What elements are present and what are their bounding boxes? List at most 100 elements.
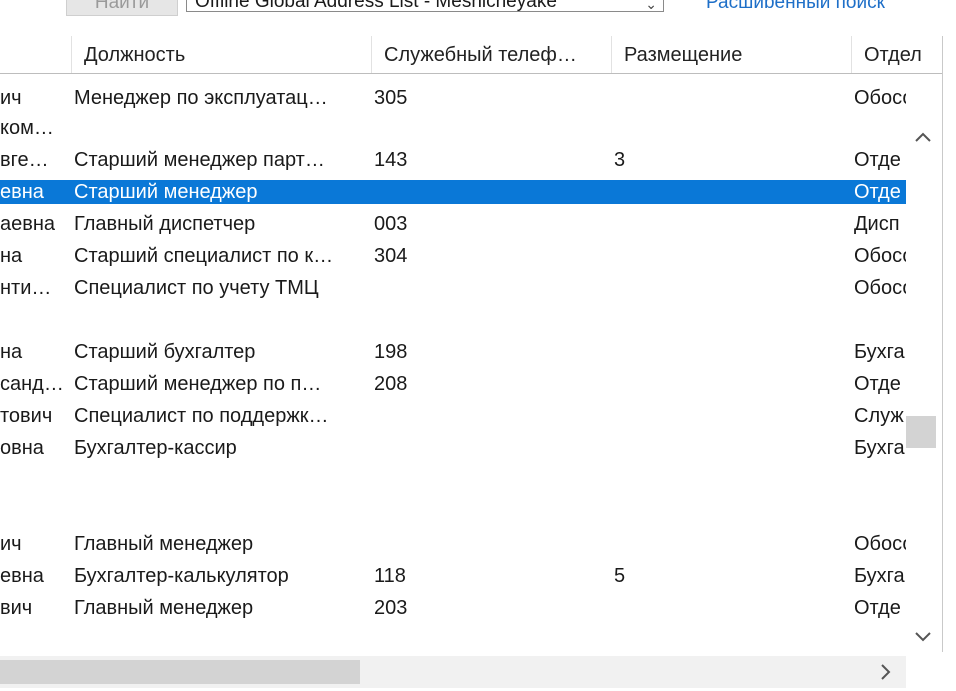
phone-cell: 118 (374, 565, 406, 587)
column-header-department[interactable]: Отдел (852, 36, 942, 73)
table-row[interactable]: аевна Главный диспетчер 003 Дисп (0, 208, 906, 240)
name-cell: тович (0, 405, 53, 427)
location-cell: 5 (614, 565, 626, 587)
name-cell: евна (0, 565, 44, 587)
title-cell: Главный менеджер (74, 597, 254, 619)
chevron-up-icon-svg (915, 132, 931, 142)
table-row[interactable]: овна Бухгалтер-кассир Бухга (0, 432, 906, 464)
location-cell: 3 (614, 149, 626, 171)
department-cell: Обосо (854, 277, 906, 299)
department-cell: Обосо (854, 87, 906, 109)
phone-cell (374, 528, 464, 560)
location-cell (614, 336, 674, 368)
phone-cell (374, 432, 464, 464)
department-cell: Бухга (854, 565, 905, 587)
table-row[interactable]: санд… Старший менеджер по п… 208 Отде (0, 368, 906, 400)
name-cell: вге… (0, 149, 49, 171)
chevron-down-icon[interactable] (910, 626, 936, 652)
location-cell (614, 432, 674, 464)
name-cell: на (0, 341, 23, 363)
rows-container: ич ком… Менеджер по эксплуатац… 305 Обос… (0, 82, 906, 656)
table-row[interactable]: вге… Старший менеджер парт… 143 3 Отде (0, 144, 906, 176)
phone-cell: 304 (374, 245, 408, 267)
title-cell: Бухгалтер-калькулятор (74, 565, 289, 587)
table-row-selected[interactable]: евна Старший менеджер Отде (0, 180, 906, 204)
horizontal-scroll-thumb[interactable] (0, 660, 360, 684)
title-cell: Главный диспетчер (74, 213, 256, 235)
table-row[interactable]: на Старший бухгалтер 198 Бухга (0, 336, 906, 368)
phone-cell: 003 (374, 213, 408, 235)
location-cell (614, 592, 674, 624)
name-cell-line2: ком… (0, 117, 54, 139)
location-cell (614, 272, 674, 304)
name-cell: санд… (0, 373, 64, 395)
table-row[interactable]: нти… Специалист по учету ТМЦ Обосо (0, 272, 906, 304)
phone-cell: 198 (374, 341, 408, 363)
title-cell: Старший специалист по к… (74, 245, 334, 267)
title-cell: Главный менеджер (74, 533, 254, 555)
name-cell: нти… (0, 277, 52, 299)
address-book-value: Offline Global Address List - Mesnicneya… (195, 0, 557, 12)
column-header-location[interactable]: Размещение (612, 36, 852, 73)
chevron-right-icon[interactable] (872, 656, 898, 688)
vertical-scroll-thumb[interactable] (906, 416, 936, 448)
vertical-scrollbar[interactable] (906, 82, 942, 656)
chevron-down-icon: ⌄ (645, 0, 657, 12)
column-header: Должность Служебный телеф… Размещение От… (0, 36, 942, 74)
phone-cell: 203 (374, 597, 408, 619)
department-cell: Обосо (854, 245, 906, 267)
name-cell: аевна (0, 213, 56, 235)
column-header-title[interactable]: Должность (72, 36, 372, 73)
chevron-right-icon-svg (881, 664, 891, 680)
location-cell (614, 528, 674, 560)
location-cell (614, 400, 674, 432)
chevron-down-icon-svg (915, 632, 931, 642)
department-cell: Обосо (854, 533, 906, 555)
column-header-name[interactable] (0, 36, 72, 73)
department-cell: Отде (854, 597, 901, 619)
title-cell: Бухгалтер-кассир (74, 437, 237, 459)
phone-cell: 208 (374, 373, 408, 395)
location-cell (614, 180, 674, 204)
title-cell: Специалист по поддержк… (74, 405, 329, 427)
horizontal-scrollbar[interactable] (0, 656, 906, 688)
table-row[interactable]: тович Специалист по поддержк… Служ (0, 400, 906, 432)
title-cell: Старший менеджер по п… (74, 373, 322, 395)
chevron-up-icon[interactable] (910, 126, 936, 152)
department-cell: Бухга (854, 437, 905, 459)
table-row[interactable]: ич ком… Менеджер по эксплуатац… 305 Обос… (0, 82, 906, 139)
department-cell: Отде (854, 149, 901, 171)
name-cell: ич (0, 533, 22, 555)
location-cell (614, 208, 674, 240)
table-row[interactable]: евна Бухгалтер-калькулятор 118 5 Бухга (0, 560, 906, 592)
department-cell: Отде (854, 181, 901, 203)
phone-cell (374, 272, 464, 304)
name-cell: овна (0, 437, 44, 459)
title-cell: Старший менеджер парт… (74, 149, 325, 171)
phone-cell: 305 (374, 87, 408, 109)
phone-cell: 143 (374, 149, 408, 171)
table-row[interactable]: ич Главный менеджер Обосо (0, 528, 906, 560)
department-cell: Служ (854, 405, 904, 427)
department-cell: Отде (854, 373, 901, 395)
department-cell: Дисп (854, 213, 900, 235)
address-book-select[interactable]: Offline Global Address List - Mesnicneya… (186, 0, 664, 12)
location-cell (614, 82, 674, 114)
table-row[interactable]: на Старший специалист по к… 304 Обосо (0, 240, 906, 272)
department-cell: Бухга (854, 341, 905, 363)
name-cell: на (0, 245, 23, 267)
name-cell: евна (0, 181, 44, 203)
title-cell: Старший бухгалтер (74, 341, 256, 363)
column-header-phone[interactable]: Служебный телеф… (372, 36, 612, 73)
title-cell: Старший менеджер (74, 181, 258, 203)
advanced-search-link[interactable]: Расширенный поиск (706, 0, 885, 8)
location-cell (614, 368, 674, 400)
title-cell: Менеджер по эксплуатац… (74, 87, 328, 109)
table-row[interactable]: вич Главный менеджер 203 Отде (0, 592, 906, 624)
phone-cell (374, 180, 464, 204)
find-button[interactable]: Найти (66, 0, 178, 16)
toolbar: Найти Offline Global Address List - Mesn… (0, 0, 956, 34)
title-cell: Специалист по учету ТМЦ (74, 277, 319, 299)
name-cell: ич (0, 87, 22, 109)
name-cell: вич (0, 597, 33, 619)
